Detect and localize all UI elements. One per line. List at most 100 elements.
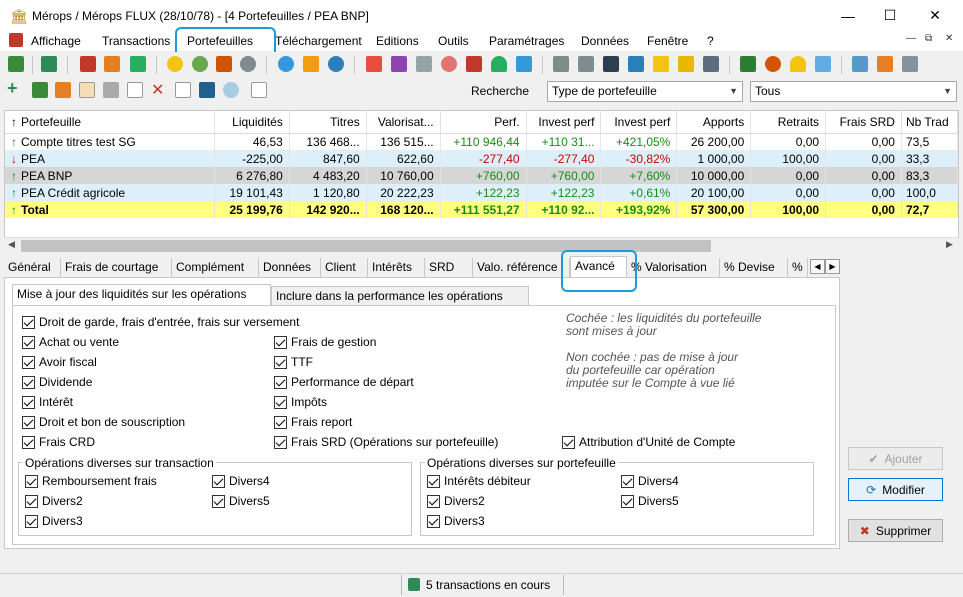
column-header[interactable]: Frais SRD	[825, 111, 902, 134]
delete-icon[interactable]: ✕	[151, 80, 164, 100]
scroll-right-icon[interactable]: ▶	[946, 239, 953, 250]
subtab-inclure-performance[interactable]: Inclure dans la performance les opératio…	[271, 286, 529, 306]
checkbox-box[interactable]	[22, 355, 35, 369]
clock-icon[interactable]	[240, 56, 256, 72]
bottle-icon[interactable]	[216, 56, 232, 72]
new-document-icon[interactable]	[175, 82, 191, 98]
mdi-minimize-button[interactable]: —	[906, 33, 916, 44]
column-header[interactable]: Invest perf	[600, 111, 678, 134]
checkbox-transaction-divers5[interactable]: Divers5	[212, 493, 270, 509]
menu-affichage[interactable]: Affichage	[31, 33, 81, 49]
print-preview-icon[interactable]	[578, 56, 594, 72]
menu-transactions[interactable]: Transactions	[102, 33, 170, 49]
tab-srd[interactable]: SRD	[425, 258, 473, 278]
user-icon[interactable]	[765, 56, 781, 72]
close-button[interactable]: ✕	[912, 0, 958, 31]
table-row[interactable]: ↑ Compte titres test SG 46,53 136 468... 136…	[5, 133, 958, 150]
modify-button[interactable]: ⟳ Modifier	[848, 478, 943, 501]
calendar-icon[interactable]	[251, 82, 267, 98]
checkbox-box[interactable]	[22, 435, 35, 449]
checkbox-interet[interactable]: Intérêt	[22, 394, 73, 410]
checkbox-box[interactable]	[212, 494, 225, 508]
print-icon[interactable]	[553, 56, 569, 72]
menu-donnees[interactable]: Données	[581, 33, 629, 49]
checkbox-transaction-divers2[interactable]: Divers2	[25, 493, 83, 509]
table-row[interactable]: ↓ PEA -225,00 847,60 622,60 -277,40 -277,40 -30…	[5, 150, 958, 167]
column-header[interactable]: Apports	[676, 111, 752, 134]
checkbox-avoir-fiscal[interactable]: Avoir fiscal	[22, 354, 97, 370]
tab-valorisation[interactable]: % Valorisation	[627, 258, 720, 278]
checkbox-droit-souscription[interactable]: Droit et bon de souscription	[22, 414, 185, 430]
wallet-icon[interactable]	[80, 56, 96, 72]
folder-icon[interactable]	[653, 56, 669, 72]
menu-parametrages[interactable]: Paramétrages	[489, 33, 564, 49]
parachute-icon[interactable]	[491, 56, 507, 72]
tab-scroll-right-icon[interactable]: ▶	[825, 259, 840, 274]
column-header[interactable]: Nb Trad	[901, 111, 958, 134]
checkbox-remboursement-frais[interactable]: Remboursement frais	[25, 473, 157, 489]
bag-icon[interactable]	[223, 82, 239, 98]
subtab-mise-a-jour[interactable]: Mise à jour des liquidités sur les opéra…	[12, 284, 271, 306]
tab-general[interactable]: Général	[4, 258, 61, 278]
scroll-left-icon[interactable]: ◀	[8, 239, 15, 250]
column-header[interactable]: Retraits	[750, 111, 827, 134]
checkbox-box[interactable]	[274, 355, 287, 369]
gear-red-icon[interactable]	[441, 56, 457, 72]
checkbox-interets-debiteur[interactable]: Intérêts débiteur	[427, 473, 531, 489]
checkbox-box[interactable]	[427, 474, 440, 488]
coins-icon[interactable]	[167, 56, 183, 72]
calculator-icon[interactable]	[603, 56, 619, 72]
checkbox-portefeuille-divers3[interactable]: Divers3	[427, 513, 485, 529]
layers-icon[interactable]	[740, 56, 756, 72]
checkbox-box[interactable]	[22, 375, 35, 389]
mdi-restore-button[interactable]: ⧉	[925, 33, 932, 44]
checkbox-box[interactable]	[427, 514, 440, 528]
search-filter-select[interactable]: Tous ▼	[750, 81, 957, 102]
import-icon[interactable]	[199, 82, 215, 98]
column-header[interactable]: ↑ Portefeuille	[5, 111, 215, 134]
line-chart-purple-icon[interactable]	[391, 56, 407, 72]
checkbox-box[interactable]	[25, 494, 38, 508]
checkbox-frais-gestion[interactable]: Frais de gestion	[274, 334, 376, 350]
checkbox-box[interactable]	[22, 335, 35, 349]
checkbox-ttf[interactable]: TTF	[274, 354, 313, 370]
tab-more[interactable]: %	[788, 258, 808, 278]
euro-small-icon[interactable]	[55, 82, 71, 98]
checkbox-frais-crd[interactable]: Frais CRD	[22, 434, 95, 450]
checkbox-attribution-uc[interactable]: Attribution d'Unité de Compte	[562, 434, 735, 450]
checkbox-box[interactable]	[22, 415, 35, 429]
checkbox-portefeuille-divers5[interactable]: Divers5	[621, 493, 679, 509]
checkbox-droit-garde[interactable]: Droit de garde, frais d'entrée, frais su…	[22, 314, 299, 330]
menu-fenetre[interactable]: Fenêtre	[647, 33, 688, 49]
checkbox-frais-report[interactable]: Frais report	[274, 414, 352, 430]
tab-frais-courtage[interactable]: Frais de courtage	[61, 258, 172, 278]
menu-help[interactable]: ?	[707, 33, 714, 49]
checkbox-box[interactable]	[274, 415, 287, 429]
spreadsheet-icon[interactable]	[628, 56, 644, 72]
menu-outils[interactable]: Outils	[438, 33, 469, 49]
menu-telechargement[interactable]: Téléchargement	[275, 33, 362, 49]
portfolio-add-icon[interactable]	[32, 82, 48, 98]
keys-icon[interactable]	[678, 56, 694, 72]
checkbox-achat-vente[interactable]: Achat ou vente	[22, 334, 119, 350]
globe-icon[interactable]	[328, 56, 344, 72]
checkbox-box[interactable]	[621, 474, 634, 488]
tools-icon[interactable]	[703, 56, 719, 72]
download-icon[interactable]	[41, 56, 57, 72]
tab-interets[interactable]: Intérêts	[368, 258, 425, 278]
add-icon[interactable]: +	[7, 78, 18, 99]
checkbox-box[interactable]	[22, 315, 35, 329]
column-header[interactable]: Liquidités	[214, 111, 290, 134]
checkbox-transaction-divers3[interactable]: Divers3	[25, 513, 83, 529]
menu-editions[interactable]: Editions	[376, 33, 419, 49]
euro-green-icon[interactable]	[130, 56, 146, 72]
checkbox-box[interactable]	[274, 335, 287, 349]
table-row[interactable]: ↑ PEA Crédit agricole 19 101,43 1 120,80 20 …	[5, 184, 958, 201]
checkbox-portefeuille-divers2[interactable]: Divers2	[427, 493, 485, 509]
search-type-select[interactable]: Type de portefeuille ▼	[547, 81, 743, 102]
checkbox-portefeuille-divers4[interactable]: Divers4	[621, 473, 679, 489]
tab-valo-reference[interactable]: Valo. référence	[473, 258, 570, 278]
house-icon[interactable]	[516, 56, 532, 72]
portfolio-icon[interactable]	[8, 56, 24, 72]
column-header[interactable]: Titres	[289, 111, 367, 134]
